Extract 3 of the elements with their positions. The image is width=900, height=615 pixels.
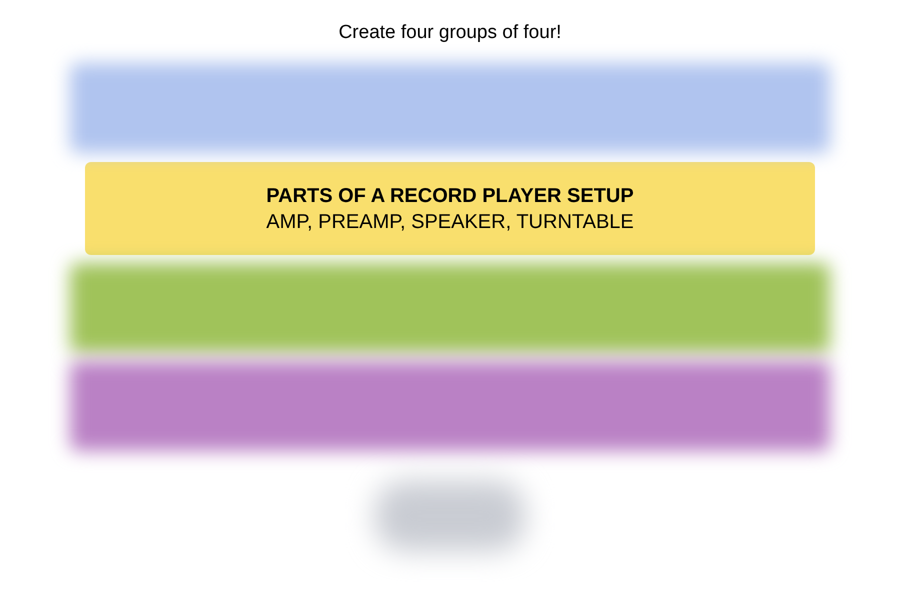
group-members: AMP, PREAMP, SPEAKER, TURNTABLE bbox=[266, 210, 634, 234]
group-title: PARTS OF A RECORD PLAYER SETUP bbox=[266, 184, 634, 208]
instruction-text: Create four groups of four! bbox=[338, 21, 562, 45]
